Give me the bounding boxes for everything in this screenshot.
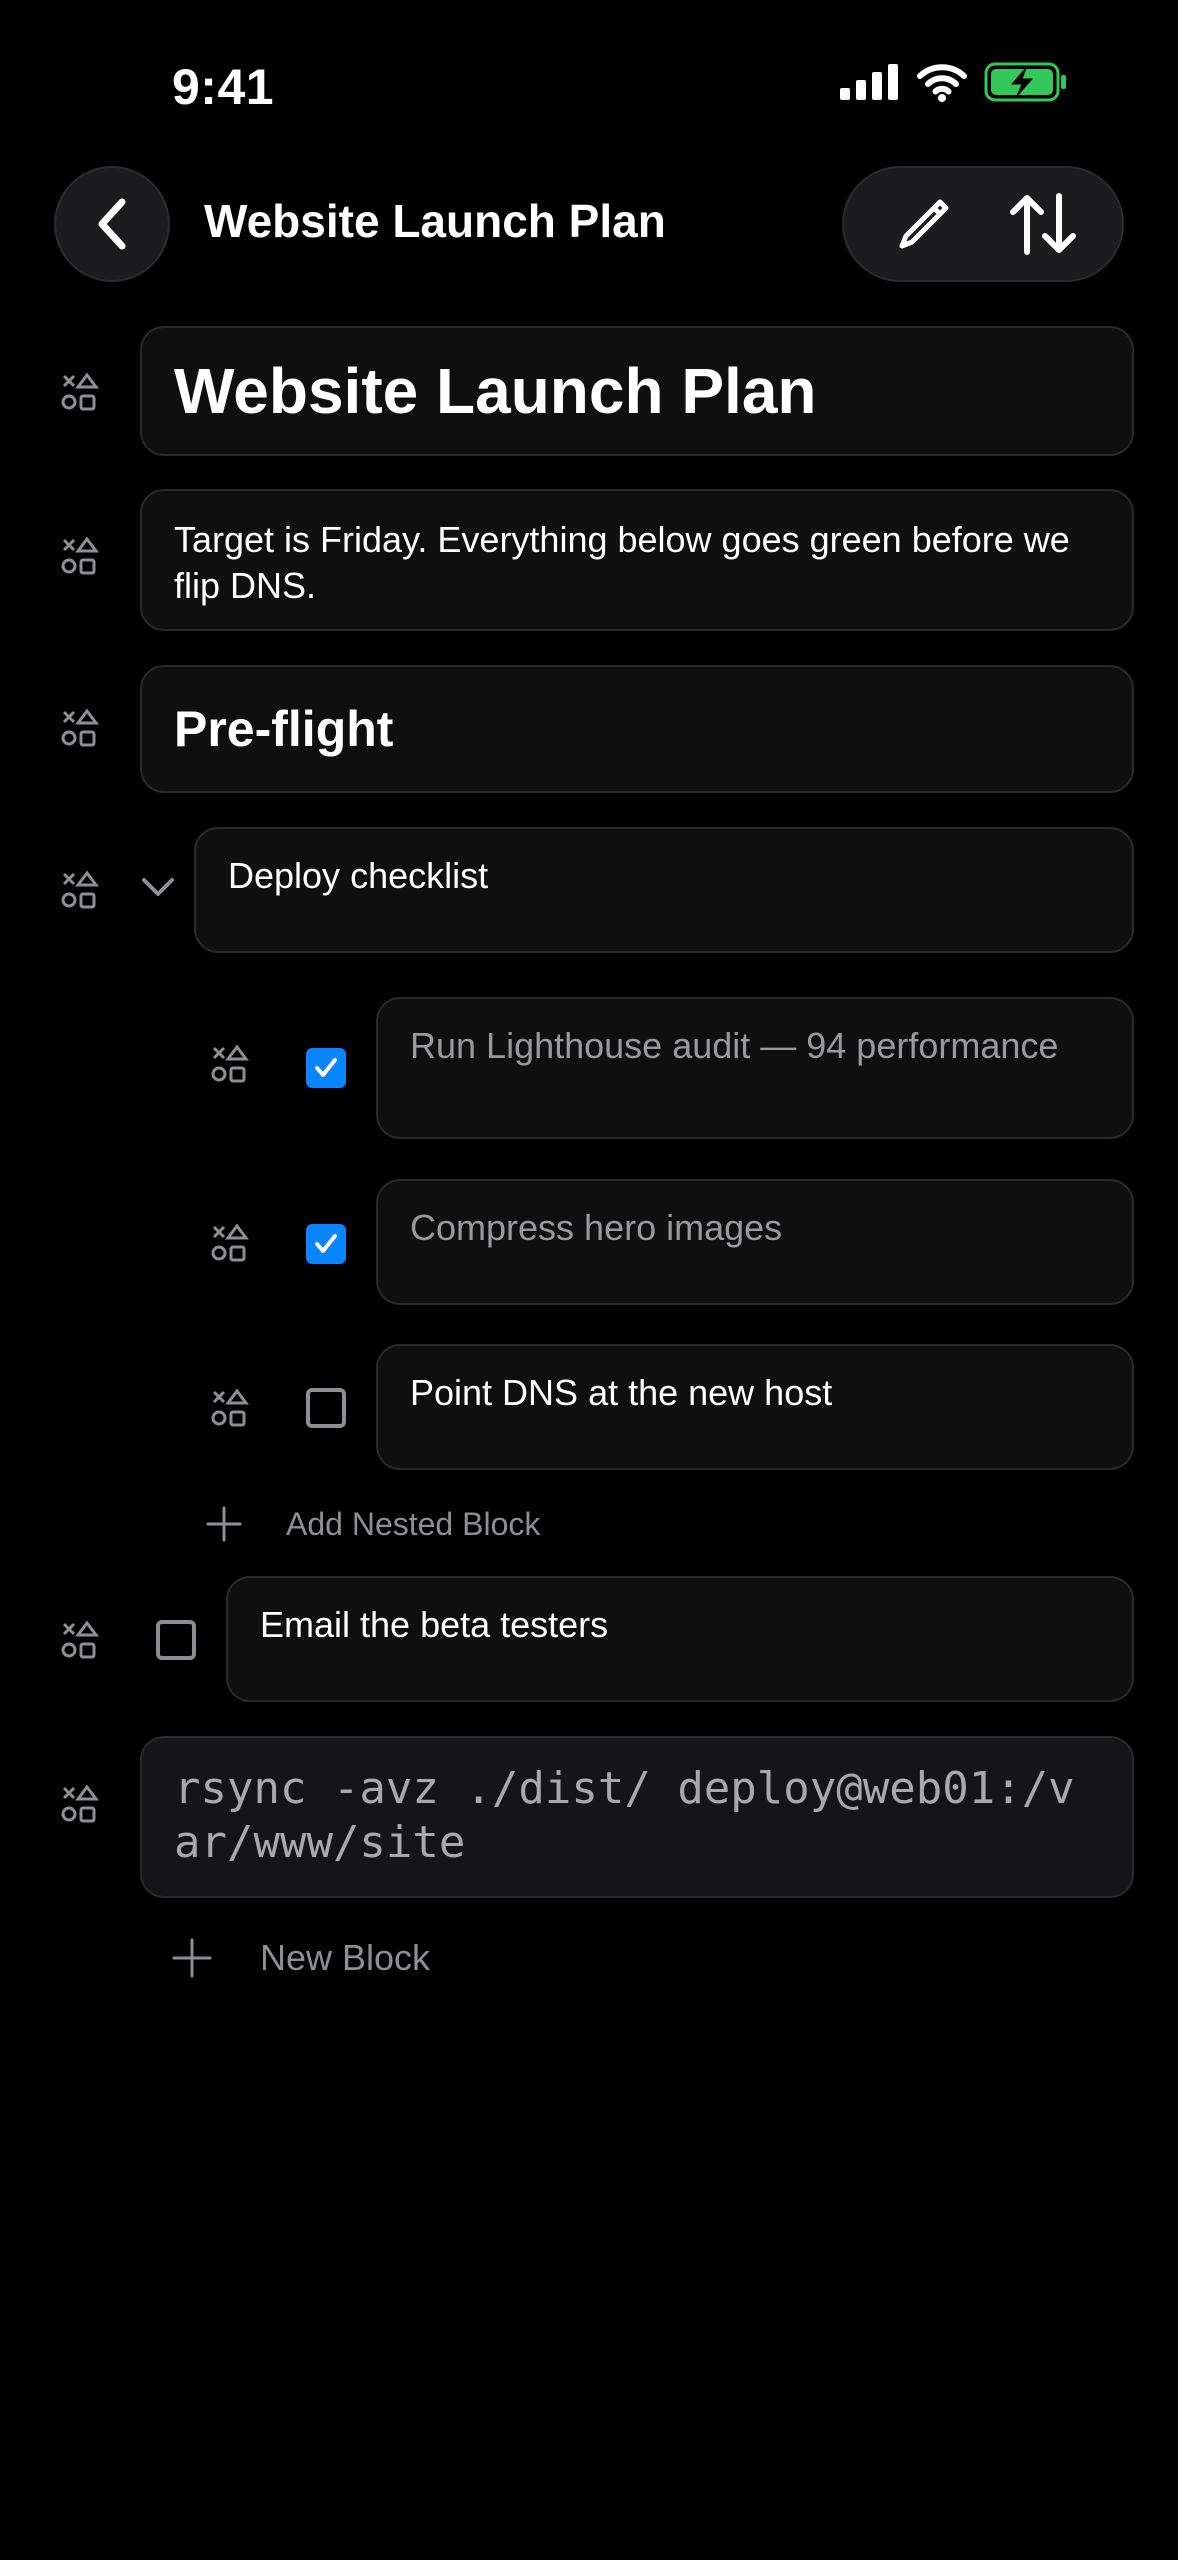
drag-handle-icon[interactable]	[58, 868, 102, 912]
cellular-signal-icon	[840, 64, 898, 100]
nested-todo-block[interactable]: Compress hero images	[376, 1179, 1134, 1305]
wifi-icon	[917, 64, 967, 102]
reorder-button[interactable]	[993, 174, 1093, 274]
drag-handle-icon[interactable]	[208, 1386, 252, 1430]
new-block-button[interactable]: New Block	[170, 1936, 430, 1980]
pencil-icon	[899, 199, 948, 249]
drag-handle-icon[interactable]	[58, 534, 102, 578]
checkbox-unchecked[interactable]	[306, 1388, 346, 1428]
drag-handle-icon[interactable]	[208, 1221, 252, 1265]
toolbar-pill	[842, 166, 1124, 282]
todo-block[interactable]: Email the beta testers	[226, 1576, 1134, 1702]
battery-charging-icon	[984, 62, 1066, 102]
collapse-toggle[interactable]	[140, 874, 180, 904]
chevron-left-icon	[98, 198, 126, 250]
add-nested-block-button[interactable]: Add Nested Block	[204, 1504, 540, 1544]
checkbox-checked[interactable]	[306, 1048, 346, 1088]
plus-icon	[206, 1506, 242, 1542]
checkmark-icon	[315, 1058, 337, 1077]
title-block[interactable]: Website Launch Plan	[140, 326, 1134, 456]
nested-todo-block[interactable]: Run Lighthouse audit — 94 performance	[376, 997, 1134, 1139]
nav-title: Website Launch Plan	[204, 195, 666, 247]
checkbox-unchecked[interactable]	[156, 1620, 196, 1660]
add-nested-block-label: Add Nested Block	[286, 1505, 541, 1542]
edit-button[interactable]	[874, 174, 974, 274]
back-button[interactable]	[54, 166, 170, 282]
drag-handle-icon[interactable]	[58, 1618, 102, 1662]
chevron-down-icon	[142, 878, 174, 896]
plus-icon	[172, 1938, 212, 1978]
drag-handle-icon[interactable]	[58, 1782, 102, 1826]
checkbox-checked[interactable]	[306, 1224, 346, 1264]
status-icons	[840, 62, 1068, 102]
paragraph-block[interactable]: Target is Friday. Everything below goes …	[140, 489, 1134, 631]
drag-handle-icon[interactable]	[58, 706, 102, 750]
nested-todo-block[interactable]: Point DNS at the new host	[376, 1344, 1134, 1470]
drag-handle-icon[interactable]	[208, 1042, 252, 1086]
drag-handle-icon[interactable]	[58, 370, 102, 414]
toggle-block[interactable]: Deploy checklist	[194, 827, 1134, 953]
heading-block[interactable]: Pre-flight	[140, 665, 1134, 793]
status-time: 9:41	[172, 59, 275, 115]
new-block-label: New Block	[260, 1937, 431, 1978]
code-block[interactable]: rsync -avz ./dist/ deploy@web01:/var/www…	[140, 1736, 1134, 1898]
sort-arrows-icon	[1009, 193, 1076, 255]
checkmark-icon	[315, 1234, 337, 1253]
